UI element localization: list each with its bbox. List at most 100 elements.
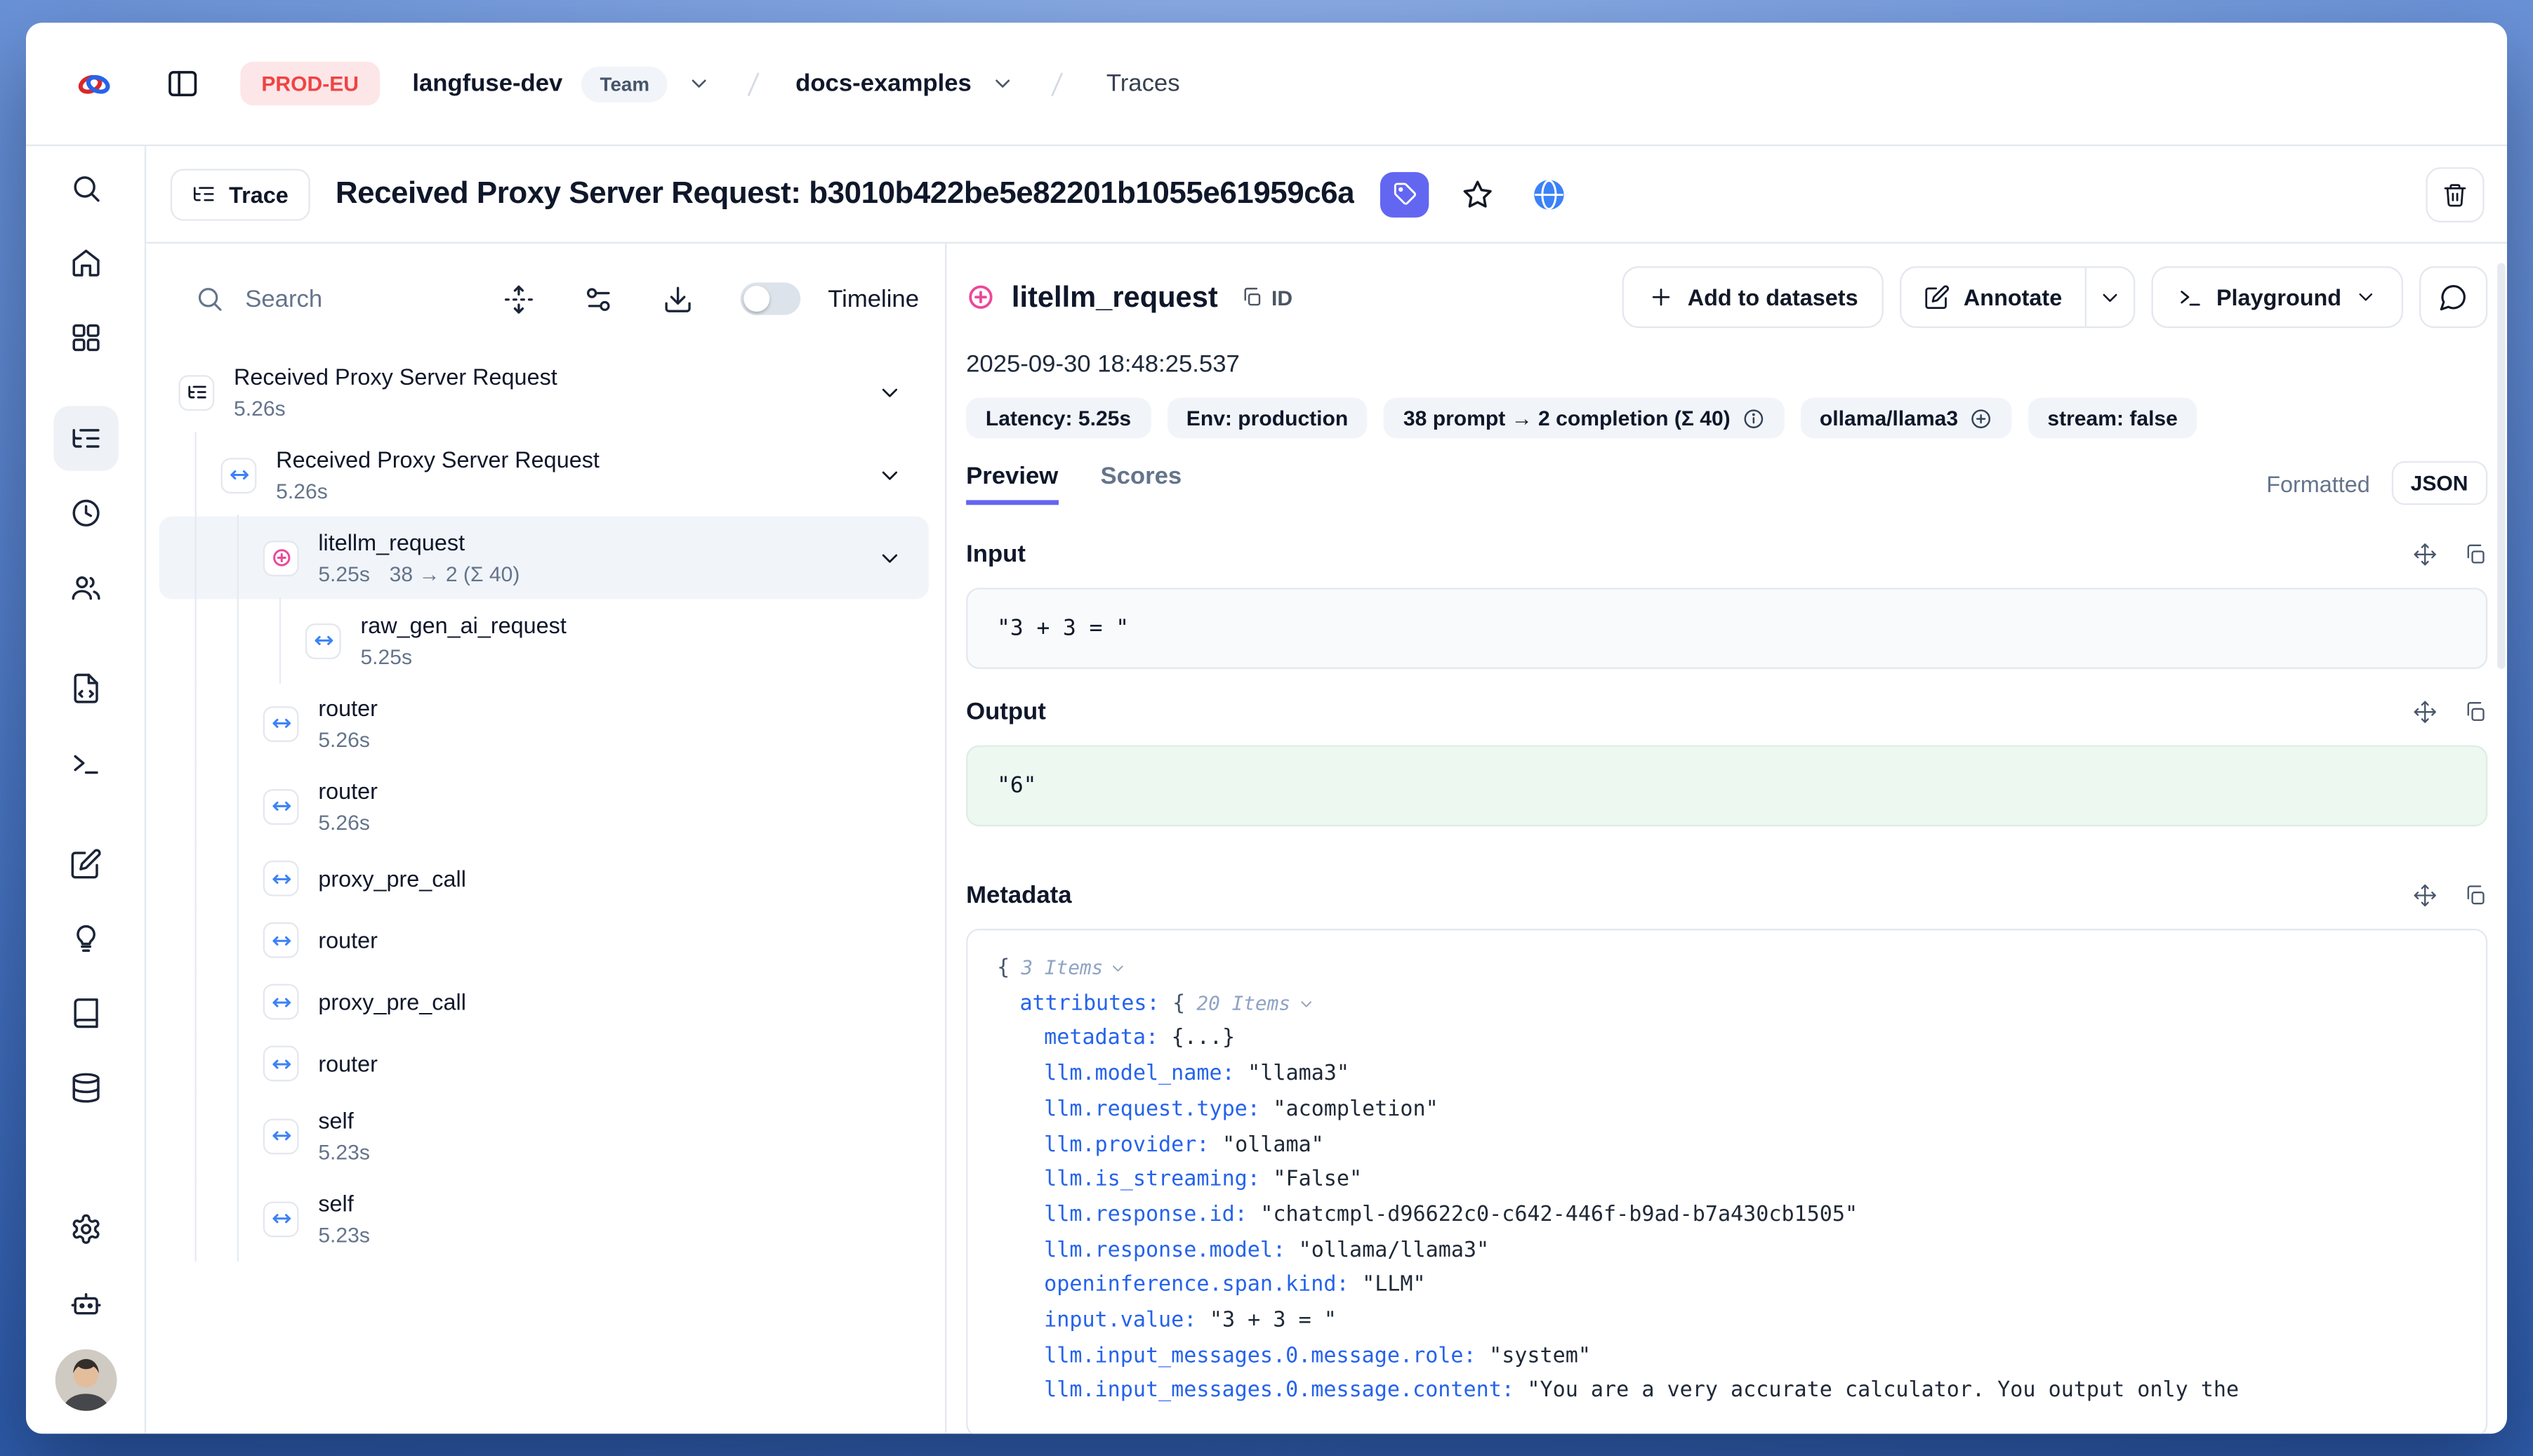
- tree-row-router[interactable]: router: [159, 909, 929, 971]
- search-input[interactable]: [245, 285, 461, 312]
- annotate-dropdown-button[interactable]: [2085, 268, 2134, 326]
- collapse-chevron-icon[interactable]: [1110, 960, 1127, 978]
- annotate-button[interactable]: Annotate: [1902, 268, 2085, 326]
- tag-button[interactable]: [1380, 171, 1429, 217]
- rail-settings-button[interactable]: [53, 1197, 118, 1262]
- tag-icon: [1392, 182, 1417, 206]
- app-header: PROD-EU langfuse-dev Team docs-examples …: [26, 22, 2507, 146]
- copy-icon[interactable]: [2463, 542, 2488, 567]
- move-icon[interactable]: [2413, 883, 2438, 908]
- id-label: ID: [1271, 285, 1292, 310]
- input-heading: Input: [966, 541, 1026, 568]
- tree-row-trace-root[interactable]: Received Proxy Server Request 5.26s: [159, 351, 929, 434]
- user-avatar[interactable]: [54, 1349, 116, 1411]
- project-switcher-button[interactable]: [991, 72, 1016, 96]
- copy-icon[interactable]: [2463, 700, 2488, 724]
- rail-users-button[interactable]: [53, 555, 118, 621]
- view-json-option[interactable]: JSON: [2391, 461, 2487, 505]
- rail-playground-button[interactable]: [53, 731, 118, 796]
- chevron-down-icon[interactable]: [877, 379, 913, 405]
- plus-icon: [1648, 284, 1674, 310]
- tree-row-router[interactable]: router: [159, 1033, 929, 1094]
- tree-row-label: router: [318, 1050, 378, 1076]
- rail-sessions-button[interactable]: [53, 481, 118, 546]
- output-section-header: Output: [966, 699, 2487, 726]
- tree-toolbar: Timeline: [195, 266, 920, 331]
- scrollbar-thumb[interactable]: [2497, 263, 2506, 669]
- arrow-left-right-icon: [263, 922, 299, 958]
- tree-row-span[interactable]: Received Proxy Server Request 5.26s: [159, 434, 929, 517]
- org-switcher-button[interactable]: [687, 72, 711, 96]
- delete-trace-button[interactable]: [2426, 166, 2484, 222]
- tree-row-label: proxy_pre_call: [318, 866, 466, 892]
- search-icon: [195, 284, 225, 314]
- generation-icon: [263, 540, 299, 576]
- rail-evaluation-button[interactable]: [53, 831, 118, 896]
- info-icon[interactable]: [1742, 406, 1764, 429]
- breadcrumb-traces[interactable]: Traces: [1106, 70, 1180, 97]
- timeline-toggle[interactable]: [740, 282, 800, 315]
- download-button[interactable]: [657, 277, 699, 319]
- tree-row-proxy-pre-call[interactable]: proxy_pre_call: [159, 847, 929, 909]
- tab-preview[interactable]: Preview: [966, 462, 1058, 504]
- playground-button[interactable]: Playground: [2151, 266, 2403, 328]
- chevron-down-icon: [2355, 286, 2377, 308]
- org-name[interactable]: langfuse-dev: [412, 70, 562, 97]
- observation-header: litellm_request ID Add to datasets: [966, 266, 2487, 328]
- tree-row-label: proxy_pre_call: [318, 989, 466, 1015]
- latency-badge: Latency: 5.25s: [966, 398, 1151, 439]
- tree-row-tokens: 38 → 2 (Σ 40): [390, 562, 520, 586]
- database-icon: [69, 1071, 101, 1104]
- observation-detail-panel: litellm_request ID Add to datasets: [946, 244, 2507, 1434]
- move-icon[interactable]: [2413, 700, 2438, 724]
- trace-title-bar: Trace Received Proxy Server Request: b30…: [146, 146, 2507, 244]
- langfuse-logo-icon[interactable]: [74, 64, 114, 103]
- bookmark-star-button[interactable]: [1455, 171, 1501, 217]
- chevron-down-icon[interactable]: [877, 462, 913, 488]
- env-badge: Env: production: [1167, 398, 1368, 439]
- tree-row-proxy-pre-call[interactable]: proxy_pre_call: [159, 971, 929, 1033]
- rail-home-button[interactable]: [53, 230, 118, 296]
- comments-button[interactable]: [2419, 266, 2487, 328]
- move-icon[interactable]: [2413, 542, 2438, 567]
- arrow-left-right-icon: [263, 861, 299, 896]
- tree-row-self[interactable]: self 5.23s: [159, 1177, 929, 1260]
- rail-annotation-button[interactable]: [53, 981, 118, 1046]
- tree-row-litellm-request[interactable]: litellm_request 5.25s38 → 2 (Σ 40): [159, 516, 929, 599]
- globe-icon: [1531, 176, 1567, 212]
- project-name[interactable]: docs-examples: [795, 70, 972, 97]
- rail-datasets-button[interactable]: [53, 1055, 118, 1120]
- expand-collapse-button[interactable]: [498, 277, 541, 319]
- tabs: Preview Scores Formatted JSON: [966, 461, 2487, 505]
- rail-search-button[interactable]: [53, 156, 118, 221]
- model-badge: ollama/llama3: [1800, 398, 2011, 439]
- copy-id-button[interactable]: ID: [1241, 285, 1292, 310]
- gear-icon: [69, 1213, 101, 1245]
- tree-row-router[interactable]: router 5.26s: [159, 682, 929, 765]
- sidebar-toggle-button[interactable]: [156, 58, 208, 110]
- stream-badge: stream: false: [2028, 398, 2197, 439]
- tree-row-raw-gen-ai-request[interactable]: raw_gen_ai_request 5.25s: [159, 599, 929, 682]
- output-heading: Output: [966, 699, 1046, 726]
- view-formatted-option[interactable]: Formatted: [2266, 470, 2370, 496]
- rail-insights-button[interactable]: [53, 906, 118, 972]
- tree-row-router[interactable]: router 5.26s: [159, 765, 929, 847]
- add-to-datasets-button[interactable]: Add to datasets: [1622, 266, 1884, 328]
- copy-icon[interactable]: [2463, 883, 2488, 908]
- public-share-button[interactable]: [1526, 171, 1572, 217]
- desktop-background: PROD-EU langfuse-dev Team docs-examples …: [0, 0, 2533, 1456]
- collapse-chevron-icon[interactable]: [1297, 995, 1314, 1013]
- view-settings-button[interactable]: [578, 277, 620, 319]
- tree-row-self[interactable]: self 5.23s: [159, 1094, 929, 1177]
- plus-circle-icon[interactable]: [1969, 406, 1992, 429]
- list-tree-icon: [178, 374, 214, 410]
- tree-row-label: Received Proxy Server Request: [234, 364, 557, 390]
- rail-prompts-button[interactable]: [53, 656, 118, 721]
- tree-row-duration: 5.26s: [234, 396, 286, 421]
- rail-dashboard-button[interactable]: [53, 305, 118, 371]
- chevron-down-icon[interactable]: [877, 545, 913, 571]
- rail-tracing-button[interactable]: [53, 406, 118, 471]
- input-content: "3 + 3 = ": [966, 588, 2487, 669]
- rail-support-button[interactable]: [53, 1271, 118, 1337]
- tab-scores[interactable]: Scores: [1100, 462, 1182, 504]
